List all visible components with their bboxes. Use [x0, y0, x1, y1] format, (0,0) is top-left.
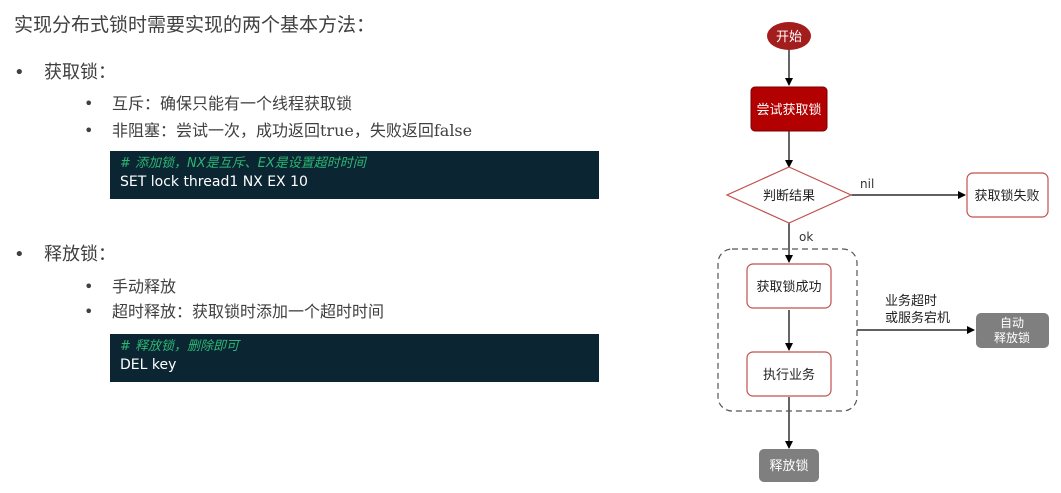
decision-node-label: 判断结果	[763, 189, 815, 204]
release-node-label: 释放锁	[769, 458, 808, 474]
fail-node-label: 获取锁失败	[974, 188, 1039, 204]
ok-branch-label: ok	[799, 230, 813, 244]
execute-node-label: 执行业务	[763, 367, 815, 383]
try-lock-node-label: 尝试获取锁	[756, 102, 821, 118]
auto-release-line2: 释放锁	[994, 330, 1030, 345]
nil-branch-label: nil	[860, 177, 874, 191]
timeout-label-line2: 或服务宕机	[885, 310, 950, 326]
timeout-label-line1: 业务超时	[885, 293, 937, 309]
auto-release-line1: 自动	[1000, 316, 1024, 330]
start-node-label: 开始	[776, 30, 802, 45]
lock-flowchart: 开始 尝试获取锁 判断结果 nil 获取锁失败 ok 获取锁成功 执行业务 业务…	[717, 22, 1049, 482]
success-node-label: 获取锁成功	[756, 279, 821, 295]
